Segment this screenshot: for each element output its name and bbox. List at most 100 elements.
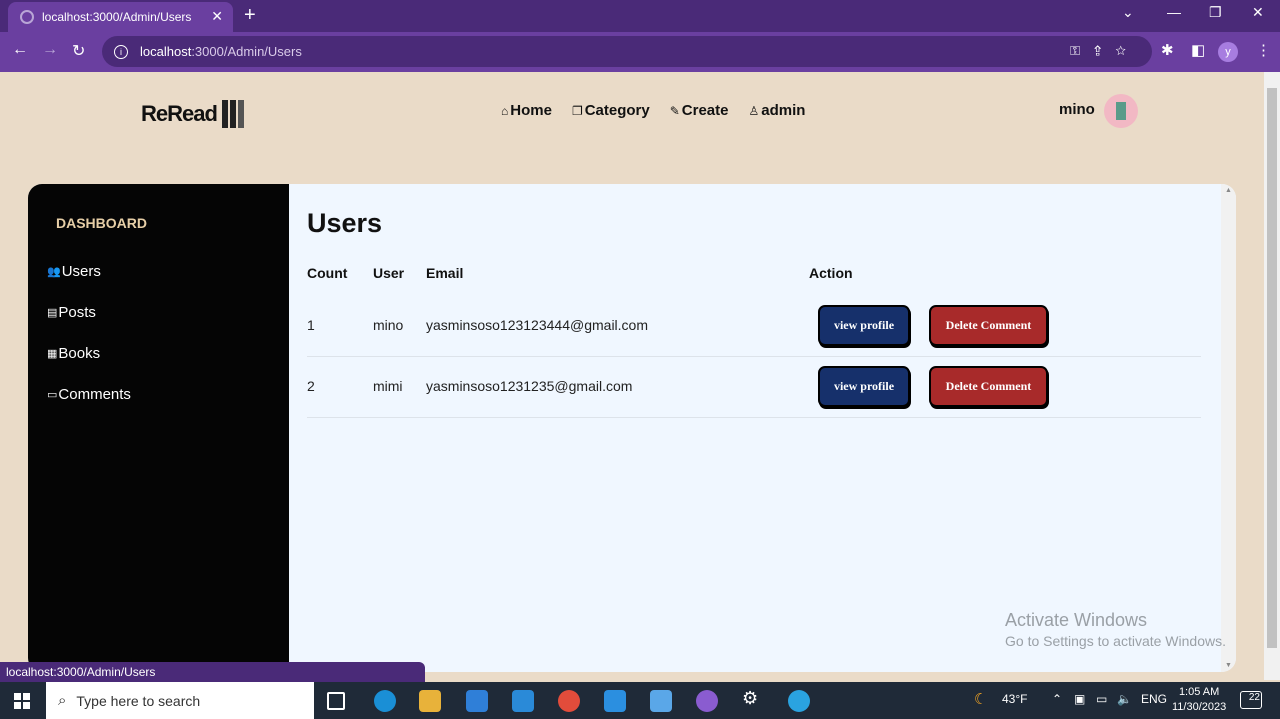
tab-title: localhost:3000/Admin/Users [42, 10, 192, 24]
maximize-icon[interactable]: ❐ [1209, 4, 1222, 21]
tab-close-icon[interactable]: ✕ [211, 8, 223, 25]
admin-icon: ♙ [748, 103, 760, 118]
dashboard-card: DASHBOARD 👥 Users ▤ Posts ▦ Books ▭ Comments… [28, 184, 1236, 672]
posts-icon: ▤ [47, 307, 58, 319]
sidebar-item-posts[interactable]: ▤ Posts [47, 304, 96, 321]
side-panel-icon[interactable]: ◧ [1191, 41, 1205, 59]
clock-time: 1:05 AM [1178, 686, 1220, 698]
volume-icon[interactable]: 🔈 [1117, 692, 1132, 706]
activate-windows-watermark: Activate Windows Go to Settings to activ… [1005, 610, 1226, 649]
dashboard-sidebar: DASHBOARD 👥 Users ▤ Posts ▦ Books ▭ Comments [28, 184, 289, 672]
table-row: 1 mino yasminsoso123123444@gmail.com vie… [307, 296, 1201, 357]
nav-home[interactable]: ⌂ Home [501, 102, 552, 119]
table-row: 2 mimi yasminsoso1231235@gmail.com view … [307, 357, 1201, 418]
scroll-down-icon[interactable]: ▼ [1225, 662, 1232, 669]
url-path: :3000/Admin/Users [191, 44, 302, 59]
browser-titlebar: localhost:3000/Admin/Users ✕ + ⌄ — ❐ ✕ [0, 0, 1280, 32]
row-user: mino [373, 317, 404, 333]
mail-icon[interactable] [512, 690, 534, 712]
tab-search-icon[interactable]: ⌄ [1122, 4, 1134, 21]
clock-date: 11/30/2023 [1172, 701, 1227, 713]
page-title: Users [307, 208, 383, 238]
web-page: ReRead ⌂ Home ❐ Category ✎ Create ♙ admin mi… [0, 72, 1264, 680]
file-explorer-icon[interactable] [419, 690, 441, 712]
row-email: yasminsoso1231235@gmail.com [426, 378, 633, 394]
column-header-count: Count [307, 265, 348, 281]
minimize-icon[interactable]: — [1167, 4, 1181, 20]
column-header-user: User [373, 265, 405, 281]
column-header-action: Action [809, 265, 853, 281]
taskbar-search-input[interactable]: ⌕ Type here to search [46, 682, 314, 719]
forward-icon[interactable]: → [42, 41, 58, 59]
store-icon[interactable] [466, 690, 488, 712]
new-tab-button[interactable]: + [244, 4, 256, 27]
current-username[interactable]: mino [1059, 101, 1095, 118]
site-logo[interactable]: ReRead [141, 100, 244, 128]
avatar-image-icon [1116, 102, 1126, 120]
create-icon: ✎ [669, 103, 680, 118]
row-email: yasminsoso123123444@gmail.com [426, 317, 648, 333]
edge-icon[interactable] [374, 690, 396, 712]
link-status-bar: localhost:3000/Admin/Users [0, 662, 425, 682]
page-scrollbar-thumb[interactable] [1267, 88, 1277, 648]
books-icon: ▦ [47, 348, 58, 360]
battery-icon[interactable]: ▭ [1096, 692, 1107, 706]
vscode-icon[interactable] [604, 690, 626, 712]
row-user: mimi [373, 378, 403, 394]
favicon-icon [20, 10, 34, 24]
nav-create[interactable]: ✎ Create [670, 102, 729, 119]
menu-icon[interactable]: ⋮ [1256, 41, 1271, 59]
windows-taskbar: ⌕ Type here to search ⚙ ☾ 43°F ⌃ ▣ ▭ 🔈 E… [0, 682, 1280, 719]
system-clock[interactable]: 1:05 AM 11/30/2023 [1172, 685, 1226, 715]
logo-books-icon [221, 100, 244, 128]
browser-toolbar: ← → ↻ i localhost:3000/Admin/Users ⚿⇪☆ ✱… [0, 32, 1280, 72]
row-count: 2 [307, 378, 315, 394]
site-info-icon[interactable]: i [114, 44, 128, 59]
reload-icon[interactable]: ↻ [72, 41, 85, 61]
url-host: localhost [140, 44, 192, 59]
view-profile-button[interactable]: view profile [818, 366, 910, 407]
profile-avatar[interactable]: y [1218, 42, 1238, 62]
close-window-icon[interactable]: ✕ [1252, 4, 1264, 21]
omnibox-action-icons[interactable]: ⚿⇪☆ [1070, 43, 1140, 59]
page-scrollbar[interactable] [1264, 72, 1280, 680]
category-icon: ❐ [571, 103, 583, 118]
column-header-email: Email [426, 265, 464, 281]
telegram-icon[interactable] [788, 690, 810, 712]
language-indicator[interactable]: ENG [1141, 692, 1167, 706]
nav-category[interactable]: ❐ Category [572, 102, 650, 119]
sidebar-title: DASHBOARD [56, 215, 147, 231]
scroll-up-icon[interactable]: ▲ [1225, 187, 1232, 194]
home-icon: ⌂ [501, 103, 509, 118]
chrome-icon[interactable] [558, 690, 580, 712]
comments-icon: ▭ [47, 389, 58, 401]
sidebar-item-users[interactable]: 👥 Users [47, 263, 101, 280]
meet-icon[interactable]: ▣ [1074, 692, 1085, 706]
users-icon: 👥 [47, 266, 61, 278]
chrome-profile-icon[interactable] [696, 690, 718, 712]
delete-comment-button[interactable]: Delete Comment [929, 366, 1048, 407]
sidebar-item-comments[interactable]: ▭ Comments [47, 386, 131, 403]
delete-comment-button[interactable]: Delete Comment [929, 305, 1048, 346]
main-nav: ⌂ Home ❐ Category ✎ Create ♙ admin [501, 102, 805, 119]
back-icon[interactable]: ← [12, 41, 28, 59]
weather-temp[interactable]: 43°F [1002, 692, 1027, 706]
view-profile-button[interactable]: view profile [818, 305, 910, 346]
sidebar-item-books[interactable]: ▦ Books [47, 345, 100, 362]
row-count: 1 [307, 317, 315, 333]
address-bar[interactable]: i localhost:3000/Admin/Users ⚿⇪☆ [102, 36, 1152, 67]
logo-text: ReRead [141, 101, 218, 126]
user-avatar[interactable] [1104, 94, 1138, 128]
browser-tab[interactable]: localhost:3000/Admin/Users ✕ [8, 2, 233, 32]
nav-admin[interactable]: ♙ admin [749, 102, 806, 119]
notifications-icon[interactable]: 22 [1240, 691, 1262, 709]
notification-count: 22 [1248, 692, 1260, 703]
content-scrollbar[interactable]: ▲ ▼ [1221, 184, 1236, 672]
windows-start-icon[interactable] [14, 693, 30, 709]
extensions-icon[interactable]: ✱ [1161, 41, 1174, 59]
weather-icon[interactable]: ☾ [974, 690, 987, 708]
settings-icon[interactable]: ⚙ [742, 688, 764, 710]
app-icon[interactable] [650, 690, 672, 712]
tray-chevron-icon[interactable]: ⌃ [1052, 692, 1062, 706]
task-view-icon[interactable] [327, 692, 345, 710]
